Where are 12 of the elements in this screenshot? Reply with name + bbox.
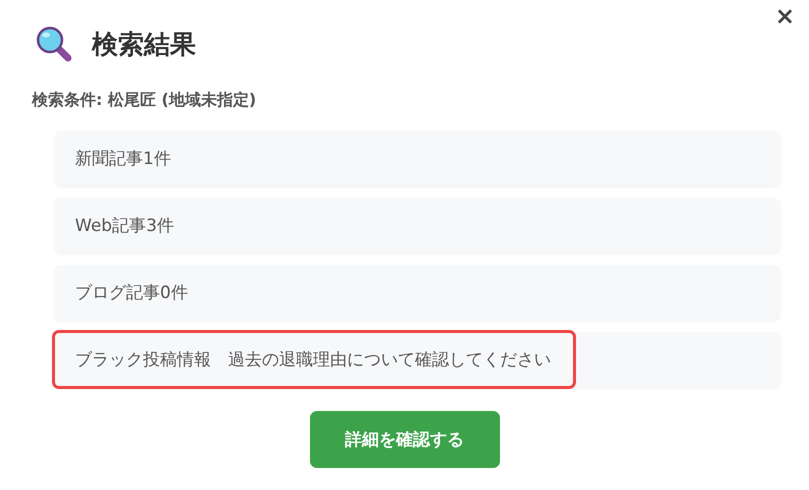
close-button[interactable]: × bbox=[770, 4, 799, 28]
search-condition: 検索条件: 松尾匠 (地域未指定) bbox=[32, 90, 258, 111]
result-text: Web記事3件 bbox=[75, 214, 174, 236]
result-item[interactable]: 新聞記事1件 bbox=[55, 131, 780, 185]
dialog-title: 検索結果 bbox=[92, 28, 196, 62]
result-item[interactable]: Web記事3件 bbox=[55, 198, 780, 252]
result-item[interactable]: ブログ記事0件 bbox=[55, 265, 780, 319]
result-text: ブログ記事0件 bbox=[75, 282, 188, 304]
result-text: 新聞記事1件 bbox=[75, 148, 171, 170]
magnifier-icon bbox=[36, 26, 72, 62]
result-item[interactable]: ブラック投稿情報 過去の退職理由について確認してください bbox=[55, 332, 780, 386]
highlighted-result-text: ブラック投稿情報 過去の退職理由について確認してください bbox=[52, 330, 576, 388]
